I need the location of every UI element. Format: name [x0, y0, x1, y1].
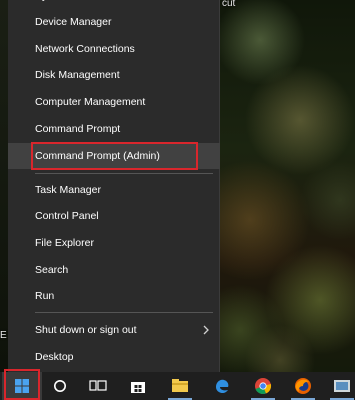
task-view-icon: [89, 380, 107, 391]
menu-item-label: Desktop: [35, 351, 74, 363]
cortana-circle-icon: [54, 380, 66, 392]
menu-item-file-explorer[interactable]: File Explorer: [8, 230, 220, 256]
menu-item-label: Shut down or sign out: [35, 324, 137, 336]
menu-item-label: Run: [35, 290, 55, 302]
menu-item-label: Command Prompt: [35, 123, 121, 135]
misc-app-icon: [334, 380, 350, 392]
menu-separator: [35, 173, 213, 174]
power-user-menu: Sy Device Manager Network Connections Di…: [8, 0, 220, 372]
firefox-icon: [295, 378, 311, 394]
chrome-icon: [255, 378, 272, 395]
menu-item-search[interactable]: Search: [8, 257, 220, 283]
menu-separator: [35, 312, 213, 313]
menu-item-label: Network Connections: [35, 43, 135, 55]
menu-item-desktop[interactable]: Desktop: [8, 344, 220, 370]
windows-start-icon: [15, 379, 29, 393]
menu-item-label: Disk Management: [35, 69, 120, 81]
menu-item-label: Computer Management: [35, 96, 146, 108]
cortana-button[interactable]: [40, 372, 80, 400]
menu-item-label: File Explorer: [35, 237, 94, 249]
menu-item-label: Device Manager: [35, 16, 112, 28]
taskbar-store-button[interactable]: [118, 372, 158, 400]
edge-icon: [216, 379, 229, 394]
menu-item-run[interactable]: Run: [8, 283, 220, 309]
menu-item-label: Control Panel: [35, 210, 99, 222]
windows-store-icon: [131, 382, 145, 393]
task-view-button[interactable]: [78, 372, 118, 400]
start-button[interactable]: [2, 372, 42, 400]
menu-item-task-manager[interactable]: Task Manager: [8, 177, 220, 203]
taskbar-file-explorer-button[interactable]: [160, 372, 200, 400]
desktop-icon-label-fragment: cut: [222, 0, 236, 9]
taskbar-misc-app-button[interactable]: [322, 372, 355, 400]
menu-item-label: Command Prompt (Admin): [35, 150, 160, 162]
desktop-icon-label-fragment-left: E: [0, 330, 7, 341]
menu-item-control-panel[interactable]: Control Panel: [8, 203, 220, 229]
taskbar: [0, 372, 355, 400]
menu-item-label: Task Manager: [35, 184, 101, 196]
desktop-left-strip: [0, 0, 8, 372]
menu-item-device-manager[interactable]: Device Manager: [8, 9, 220, 35]
taskbar-edge-button[interactable]: [202, 372, 242, 400]
menu-item-label: Search: [35, 264, 69, 276]
taskbar-firefox-button[interactable]: [283, 372, 323, 400]
folder-icon: [172, 379, 188, 392]
taskbar-chrome-button[interactable]: [243, 372, 283, 400]
menu-item-shut-down-or-sign-out[interactable]: Shut down or sign out: [8, 317, 220, 343]
menu-item-computer-management[interactable]: Computer Management: [8, 89, 220, 115]
menu-item-disk-management[interactable]: Disk Management: [8, 62, 220, 88]
menu-item-command-prompt[interactable]: Command Prompt: [8, 116, 220, 142]
menu-item-network-connections[interactable]: Network Connections: [8, 36, 220, 62]
chevron-right-icon: [203, 325, 209, 335]
menu-item-partial[interactable]: Sy: [35, 0, 75, 2]
menu-item-command-prompt-admin[interactable]: Command Prompt (Admin): [8, 143, 220, 169]
